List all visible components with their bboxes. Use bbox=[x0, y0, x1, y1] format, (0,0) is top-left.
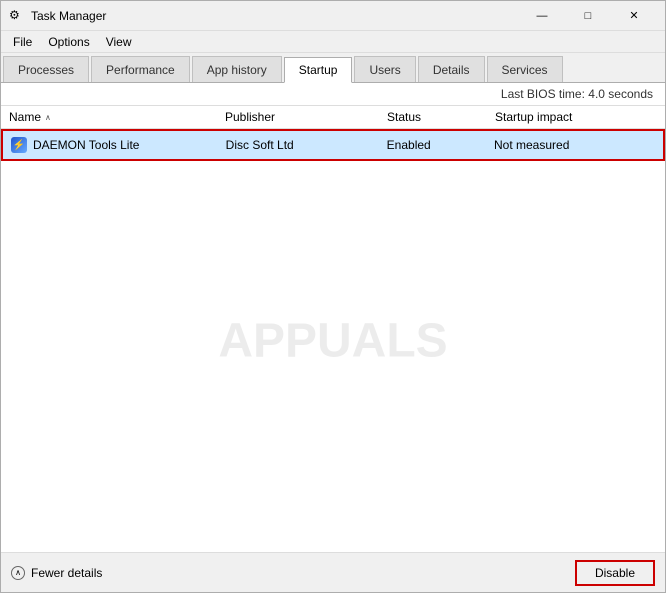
tab-processes[interactable]: Processes bbox=[3, 56, 89, 82]
footer-bar: ∧ Fewer details Disable bbox=[1, 552, 665, 592]
row-name-cell: ⚡ DAEMON Tools Lite bbox=[11, 137, 226, 153]
tab-services[interactable]: Services bbox=[487, 56, 563, 82]
table-header: Name ∧ Publisher Status Startup impact bbox=[1, 106, 665, 129]
table-body: APPUALS ⚡ DAEMON Tools Lite Disc Soft Lt… bbox=[1, 129, 665, 552]
tab-app-history[interactable]: App history bbox=[192, 56, 282, 82]
column-name[interactable]: Name ∧ bbox=[9, 110, 225, 124]
row-status-cell: Enabled bbox=[387, 138, 494, 152]
row-impact-cell: Not measured bbox=[494, 138, 655, 152]
fewer-details-button[interactable]: ∧ Fewer details bbox=[11, 566, 102, 580]
table-row[interactable]: ⚡ DAEMON Tools Lite Disc Soft Ltd Enable… bbox=[1, 129, 665, 161]
app-icon: ⚙ bbox=[9, 8, 25, 24]
row-publisher-cell: Disc Soft Ltd bbox=[226, 138, 387, 152]
column-publisher[interactable]: Publisher bbox=[225, 110, 387, 124]
menu-view[interactable]: View bbox=[98, 33, 140, 51]
watermark: APPUALS bbox=[218, 313, 447, 368]
minimize-button[interactable]: — bbox=[519, 1, 565, 31]
content-area: Last BIOS time: 4.0 seconds Name ∧ Publi… bbox=[1, 83, 665, 552]
tab-performance[interactable]: Performance bbox=[91, 56, 190, 82]
column-startup-impact[interactable]: Startup impact bbox=[495, 110, 657, 124]
tab-startup[interactable]: Startup bbox=[284, 57, 353, 83]
column-status[interactable]: Status bbox=[387, 110, 495, 124]
maximize-button[interactable]: □ bbox=[565, 1, 611, 31]
chevron-up-icon: ∧ bbox=[11, 566, 25, 580]
title-bar: ⚙ Task Manager — □ ✕ bbox=[1, 1, 665, 31]
tabs-bar: Processes Performance App history Startu… bbox=[1, 53, 665, 83]
menu-bar: File Options View bbox=[1, 31, 665, 53]
fewer-details-label: Fewer details bbox=[31, 566, 102, 580]
bios-time-value: 4.0 seconds bbox=[588, 87, 653, 101]
disable-button[interactable]: Disable bbox=[575, 560, 655, 586]
window-title: Task Manager bbox=[31, 9, 519, 23]
menu-file[interactable]: File bbox=[5, 33, 40, 51]
task-manager-window: ⚙ Task Manager — □ ✕ File Options View P… bbox=[0, 0, 666, 593]
bios-time-bar: Last BIOS time: 4.0 seconds bbox=[1, 83, 665, 106]
title-bar-buttons: — □ ✕ bbox=[519, 1, 657, 31]
menu-options[interactable]: Options bbox=[40, 33, 97, 51]
sort-arrow-icon: ∧ bbox=[45, 113, 51, 122]
tab-users[interactable]: Users bbox=[354, 56, 415, 82]
daemon-tools-icon: ⚡ bbox=[11, 137, 27, 153]
tab-details[interactable]: Details bbox=[418, 56, 485, 82]
bios-time-label: Last BIOS time: bbox=[501, 87, 585, 101]
close-button[interactable]: ✕ bbox=[611, 1, 657, 31]
